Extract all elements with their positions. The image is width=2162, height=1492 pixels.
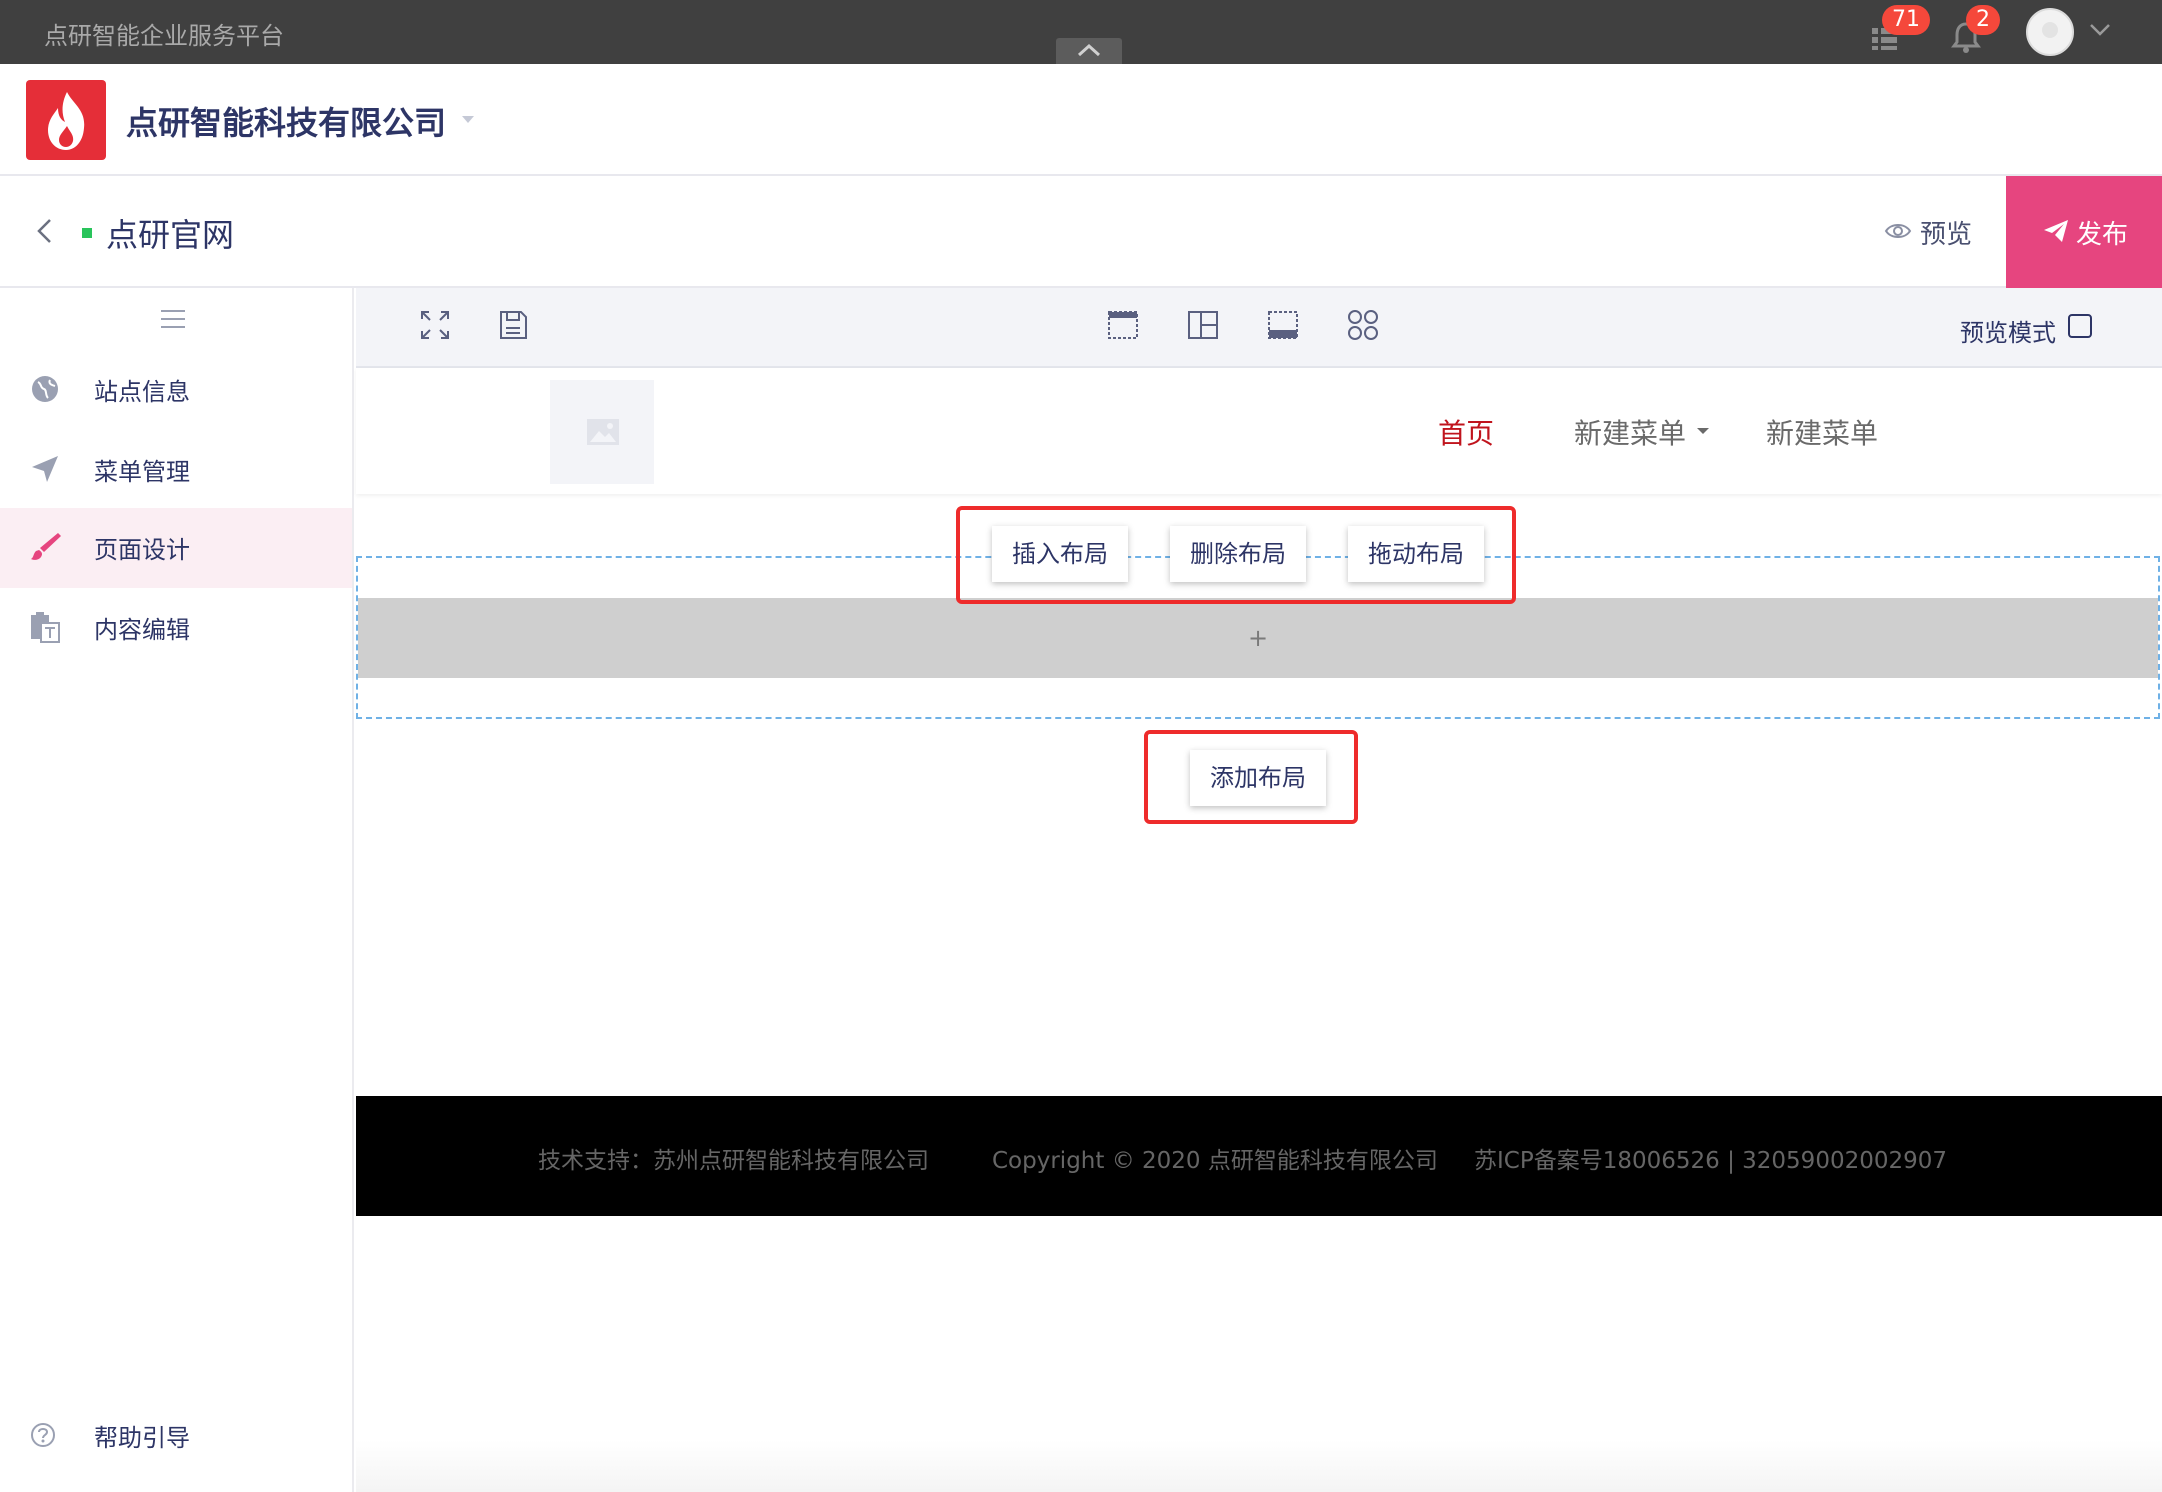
site-name: 点研官网 bbox=[106, 216, 235, 254]
footer-copyright: Copyright © 2020 点研智能科技有限公司 bbox=[992, 1148, 1438, 1174]
site-status-dot bbox=[82, 228, 92, 238]
nav-link-new-menu[interactable]: 新建菜单 bbox=[1766, 412, 1878, 452]
nav-link-new-menu-dropdown[interactable]: 新建菜单 bbox=[1574, 412, 1686, 452]
caret-down-icon[interactable] bbox=[460, 114, 476, 126]
paper-plane-icon bbox=[32, 456, 58, 482]
sidebar-item-label: 内容编辑 bbox=[94, 616, 190, 644]
canvas-bottom bbox=[356, 1440, 2162, 1492]
preview-label: 预览 bbox=[1920, 220, 1973, 250]
sidebar-item-page-design[interactable]: 页面设计 bbox=[0, 508, 352, 588]
sidebar-item-content-edit[interactable]: 内容编辑 bbox=[0, 588, 352, 668]
company-logo bbox=[26, 80, 106, 160]
editor-toolbar bbox=[356, 288, 2162, 368]
hamburger-menu-icon[interactable] bbox=[160, 308, 186, 330]
fullscreen-icon[interactable] bbox=[418, 308, 452, 342]
help-circle-icon bbox=[31, 1423, 55, 1447]
footer-layout-icon[interactable] bbox=[1266, 308, 1300, 342]
add-layout-button[interactable]: 添加布局 bbox=[1190, 750, 1326, 806]
sidebar-help-label: 帮助引导 bbox=[94, 1424, 190, 1452]
footer-icp: 苏ICP备案号18006526 | 32059002002907 bbox=[1474, 1148, 1948, 1174]
preview-mode-label: 预览模式 bbox=[1960, 319, 2056, 347]
sidebar-item-site-info[interactable]: 站点信息 bbox=[0, 350, 352, 430]
save-icon[interactable] bbox=[496, 308, 530, 342]
collapse-header-button[interactable] bbox=[1056, 38, 1122, 64]
preview-mode-checkbox[interactable] bbox=[2068, 314, 2092, 338]
notifications-badge: 2 bbox=[1966, 5, 2000, 35]
chevron-up-icon bbox=[1077, 43, 1101, 57]
clipboard-text-icon bbox=[31, 612, 60, 643]
split-layout-icon[interactable] bbox=[1186, 308, 1220, 342]
image-icon bbox=[587, 419, 619, 445]
eye-icon bbox=[1884, 224, 1912, 238]
globe-icon bbox=[32, 376, 58, 402]
insert-layout-button[interactable]: 插入布局 bbox=[992, 526, 1128, 582]
header-layout-icon[interactable] bbox=[1106, 308, 1140, 342]
caret-down-icon[interactable] bbox=[1696, 426, 1710, 436]
footer-support: 技术支持：苏州点研智能科技有限公司 bbox=[538, 1148, 929, 1174]
flame-icon bbox=[48, 92, 85, 150]
drag-layout-button[interactable]: 拖动布局 bbox=[1348, 526, 1484, 582]
delete-layout-button[interactable]: 删除布局 bbox=[1170, 526, 1306, 582]
send-icon bbox=[2044, 220, 2068, 242]
site-header bbox=[0, 176, 2162, 288]
chevron-down-icon[interactable] bbox=[2088, 22, 2112, 38]
preview-button[interactable]: 预览 bbox=[1880, 212, 1980, 252]
sidebar-item-label: 站点信息 bbox=[94, 378, 190, 406]
avatar[interactable] bbox=[2026, 8, 2074, 56]
sidebar-item-help[interactable]: 帮助引导 bbox=[0, 1396, 352, 1476]
components-icon[interactable] bbox=[1346, 308, 1380, 342]
publish-label: 发布 bbox=[2076, 220, 2129, 250]
sidebar-item-label: 页面设计 bbox=[94, 536, 190, 564]
platform-title: 点研智能企业服务平台 bbox=[44, 22, 284, 50]
sidebar-item-menu-management[interactable]: 菜单管理 bbox=[0, 430, 352, 510]
publish-button[interactable]: 发布 bbox=[2006, 176, 2162, 288]
brush-icon bbox=[31, 533, 61, 560]
logo-placeholder[interactable] bbox=[550, 380, 654, 484]
nav-link-home[interactable]: 首页 bbox=[1438, 412, 1494, 452]
company-name[interactable]: 点研智能科技有限公司 bbox=[126, 98, 446, 144]
add-component-plus[interactable]: + bbox=[1248, 624, 1268, 652]
tasks-badge: 71 bbox=[1882, 5, 1930, 35]
sidebar-item-label: 菜单管理 bbox=[94, 458, 190, 486]
back-arrow-icon[interactable] bbox=[34, 216, 56, 246]
